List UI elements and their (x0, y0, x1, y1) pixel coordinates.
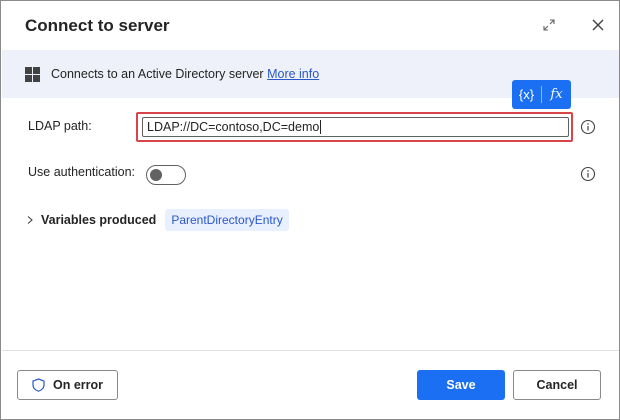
ldap-path-input[interactable]: LDAP://DC=contoso,DC=demo (142, 117, 569, 137)
variables-produced-row: Variables produced ParentDirectoryEntry (25, 209, 289, 231)
ldap-path-info-icon[interactable] (580, 119, 596, 135)
cancel-button[interactable]: Cancel (513, 370, 601, 400)
text-caret (320, 120, 322, 134)
ldap-path-value: LDAP://DC=contoso,DC=demo (147, 120, 320, 134)
ldap-path-label: LDAP path: (28, 119, 92, 133)
save-label: Save (446, 378, 476, 392)
use-authentication-toggle[interactable] (146, 165, 186, 185)
on-error-label: On error (52, 378, 103, 392)
save-button[interactable]: Save (417, 370, 505, 400)
connect-to-server-dialog: Connect to server Connects to an Active … (0, 0, 620, 420)
insert-variable-button[interactable]: {x} (512, 80, 541, 109)
variable-chip[interactable]: ParentDirectoryEntry (165, 209, 289, 231)
close-icon[interactable] (589, 16, 607, 34)
ldap-path-highlight: LDAP://DC=contoso,DC=demo (136, 112, 573, 142)
insert-function-button[interactable]: fx (542, 80, 571, 109)
shield-icon (32, 378, 45, 392)
expand-icon[interactable] (541, 17, 557, 33)
more-info-link[interactable]: More info (267, 67, 319, 81)
dialog-title: Connect to server (25, 16, 170, 35)
on-error-button[interactable]: On error (17, 370, 118, 400)
cancel-label: Cancel (536, 378, 578, 392)
windows-icon (25, 67, 40, 82)
info-description: Connects to an Active Directory server (51, 67, 264, 81)
use-authentication-label: Use authentication: (28, 165, 136, 179)
toggle-knob (150, 169, 162, 181)
footer-divider (2, 350, 619, 351)
info-text: Connects to an Active Directory server M… (51, 67, 319, 81)
variables-produced-label[interactable]: Variables produced (41, 213, 156, 227)
use-authentication-info-icon[interactable] (580, 166, 596, 182)
chevron-right-icon[interactable] (25, 215, 35, 225)
variable-buttons: {x} fx (512, 80, 571, 109)
